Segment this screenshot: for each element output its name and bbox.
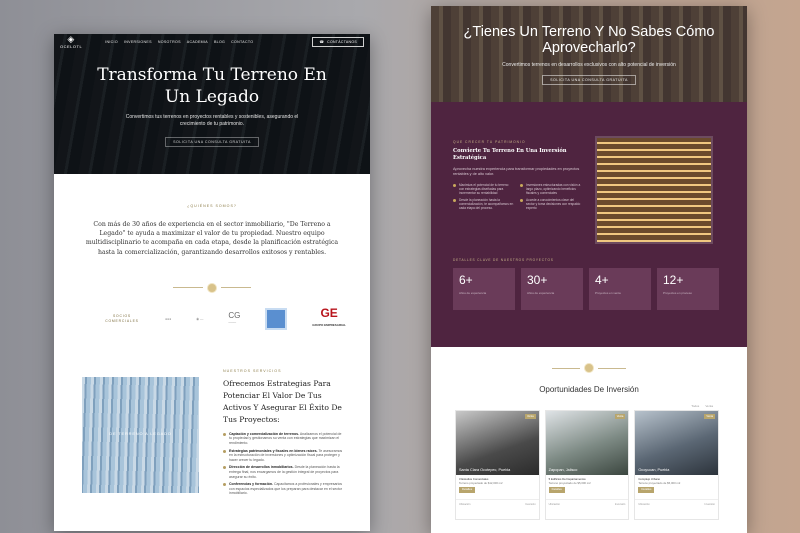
stat-card: 4+ Proyectos en venta [589, 268, 651, 310]
tab-todos[interactable]: Todos [691, 404, 699, 408]
partners-label: SOCIOS COMERCIALES [105, 313, 139, 323]
opportunities-title: Oportunidades De Inversión [539, 385, 639, 394]
about-text: Con más de 30 años de experiencia en el … [85, 221, 339, 256]
nav-link-inversiones[interactable]: INVERSIONES [124, 40, 152, 44]
patrimonio-section: QUE CRECER TU PATRIMONIO Convierte Tu Te… [431, 102, 747, 347]
logo[interactable]: ◈ OCELOTL [60, 34, 82, 49]
section-divider [431, 363, 747, 373]
nav-links: INICIO INVERSIONES NOSOTROS ACADEMIA BLO… [105, 40, 253, 44]
top-nav: ◈ OCELOTL INICIO INVERSIONES NOSOTROS AC… [54, 34, 370, 50]
about-section: ¿QUIÉNES SOMOS? Con más de 30 años de ex… [54, 174, 370, 257]
right-hero-title: ¿Tienes Un Terreno Y No Sabes Cómo Aprov… [463, 24, 715, 56]
about-kicker: ¿QUIÉNES SOMOS? [187, 204, 237, 208]
stats-row: 6+ Años de experiencia 30+ Años de experie… [453, 268, 721, 310]
section-divider [54, 282, 370, 293]
consult-button[interactable]: SOLICITA UNA CONSULTA GRATUITA [165, 137, 259, 147]
stat-card: 30+ Años de experiencia [521, 268, 583, 310]
hero-section: ◈ OCELOTL INICIO INVERSIONES NOSOTROS AC… [54, 34, 370, 174]
stats-title: DETALLES CLAVE DE NUESTROS PROYECTOS [453, 258, 554, 262]
feature-item: Accede a conocimientos clave del sector … [520, 198, 581, 210]
stat-card: 6+ Años de experiencia [453, 268, 515, 310]
nav-link-blog[interactable]: BLOG [214, 40, 225, 44]
service-item: Dirección de desarrollos inmobiliarios. … [223, 465, 343, 479]
property-card[interactable]: Venta Zapopan, Jalisco 5 Edificios De De… [544, 410, 630, 520]
medallion-icon [584, 363, 594, 373]
right-hero-subtitle: Convertimos terrenos en desarrollos excl… [502, 62, 676, 68]
services-column: NUESTROS SERVICIOS Ofrecemos Estrategias… [223, 369, 343, 499]
services-kicker: NUESTROS SERVICIOS [223, 368, 282, 373]
medallion-icon [207, 282, 217, 293]
property-card[interactable]: Venta Ocoyucan, Puebla Complejo Urbano T… [634, 410, 720, 520]
partners-row: SOCIOS COMERCIALES ●●● ◉ — CG ——— GE GRUPO… [54, 293, 370, 331]
partner-logo-cg[interactable]: CG ——— [228, 311, 240, 326]
feature-item: Inversiones estructuradas con visión a l… [520, 183, 581, 195]
details-button[interactable]: Detalles [459, 487, 476, 493]
tab-venta[interactable]: Venta [705, 404, 713, 408]
patrimonio-text: Aprovecha nuestra experiencia para trans… [453, 167, 580, 176]
right-hero-section: ¿Tienes Un Terreno Y No Sabes Cómo Aprov… [431, 6, 747, 102]
patrimonio-title: Convierte Tu Terreno En Una Inversión Es… [453, 148, 567, 161]
stat-card: 12+ Proyectos en proceso [657, 268, 719, 310]
partner-logo-ge[interactable]: GE GRUPO EMPRESARIAL [312, 307, 346, 331]
property-cards: Venta Santa Clara Ocotepec, Puebla 3 Est… [431, 410, 747, 520]
details-button[interactable]: Detalles [638, 487, 655, 493]
hero-subtitle: Convertimos tus terrenos en proyectos re… [125, 114, 299, 127]
photo-caption: DE TERRENO A LEGADO [109, 430, 172, 436]
services-title: Ofrecemos Estrategias Para Potenciar El … [223, 378, 342, 424]
property-card[interactable]: Venta Santa Clara Ocotepec, Puebla 3 Est… [455, 410, 540, 520]
contact-button[interactable]: ☎ CONTÁCTANOS [312, 37, 364, 47]
patrimonio-kicker: QUE CRECER TU PATRIMONIO [453, 140, 526, 144]
filter-tabs: Todos Venta [431, 404, 747, 408]
hero-title: Transforma Tu Terreno En Un Legado [97, 65, 327, 107]
service-item: Estrategias patrimoniales y fiscales en … [223, 449, 343, 463]
service-item: Captación y comercialización de terrenos… [223, 432, 343, 446]
phone-icon: ☎ [319, 40, 325, 44]
nav-link-inicio[interactable]: INICIO [105, 40, 118, 44]
partner-logo-badge-icon[interactable] [265, 307, 288, 330]
nav-link-contacto[interactable]: CONTACTO [231, 40, 253, 44]
nav-link-nosotros[interactable]: NOSOTROS [158, 40, 181, 44]
nav-link-academia[interactable]: ACADEMIA [187, 40, 208, 44]
feature-item: Desde la planeación hasta la comercializ… [453, 198, 514, 210]
right-consult-button[interactable]: SOLICITA UNA CONSULTA GRATUITA [542, 75, 636, 85]
logo-mark-icon: ◈ [67, 34, 75, 45]
feature-item: Maximiza el potencial de tu terreno con … [453, 183, 514, 195]
partner-logo-2[interactable]: ◉ — [196, 317, 203, 321]
service-item: Conferencias y formación. Capacitamos a … [223, 482, 343, 496]
details-button[interactable]: Detalles [548, 487, 565, 493]
building-photo: DE TERRENO A LEGADO [82, 376, 199, 493]
services-section: DE TERRENO A LEGADO NUESTROS SERVICIOS O… [54, 369, 370, 499]
tower-photo [595, 136, 713, 244]
left-page-screenshot: ◈ OCELOTL INICIO INVERSIONES NOSOTROS AC… [54, 34, 370, 531]
services-list: Captación y comercialización de terrenos… [223, 432, 343, 496]
features-grid: Maximiza el potencial de tu terreno con … [453, 183, 581, 211]
right-page-screenshot: ¿Tienes Un Terreno Y No Sabes Cómo Aprov… [431, 6, 747, 533]
partner-logo-1[interactable]: ●●● [165, 317, 171, 321]
